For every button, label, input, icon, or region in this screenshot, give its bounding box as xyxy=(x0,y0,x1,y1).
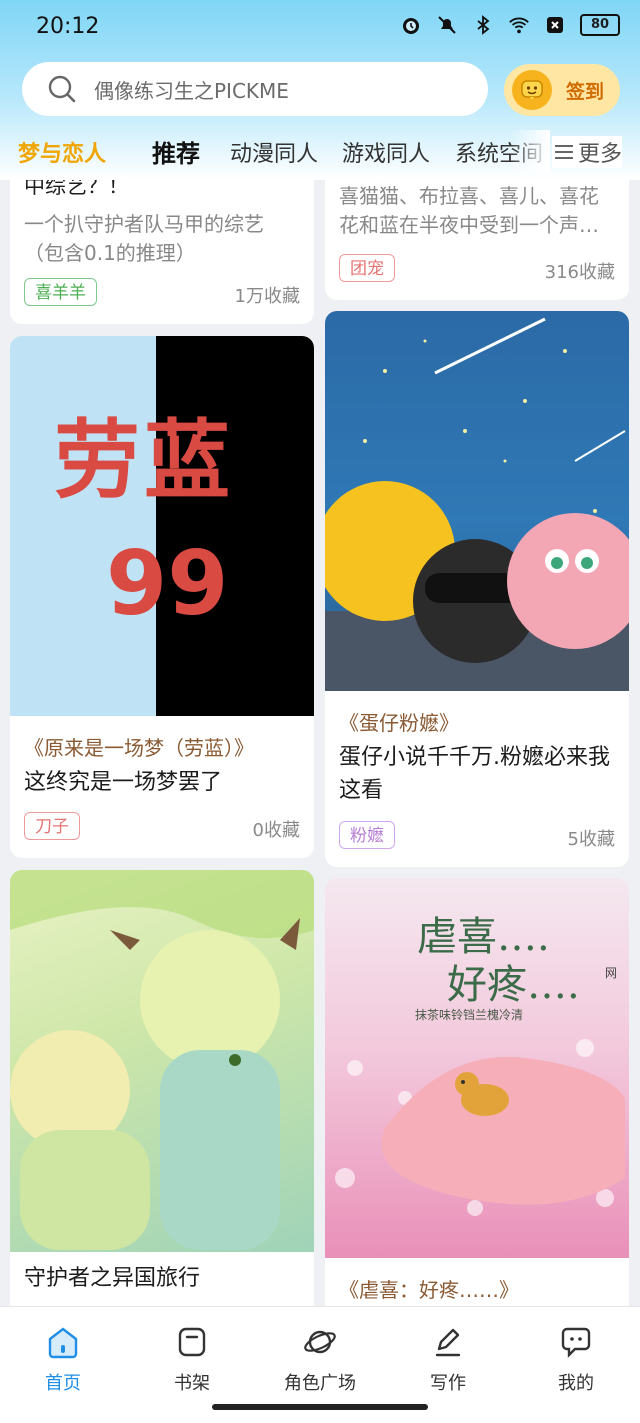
bookshelf-icon xyxy=(178,1327,206,1357)
content-feed[interactable]: 中综艺？！ 一个扒守护者队马甲的综艺（包含0.1的推理） 喜羊羊 1万收藏 喜猫… xyxy=(0,180,640,1306)
card-favorites: 1万收藏 xyxy=(234,286,300,307)
story-card[interactable]: 中综艺？！ 一个扒守护者队马甲的综艺（包含0.1的推理） 喜羊羊 1万收藏 xyxy=(10,180,314,324)
search-icon xyxy=(48,75,76,103)
nav-label: 书架 xyxy=(174,1373,210,1394)
card-tag[interactable]: 喜羊羊 xyxy=(24,278,97,306)
story-card[interactable]: 守护者之异国旅行 xyxy=(10,870,314,1306)
story-card[interactable]: 劳蓝 99 《原来是一场梦（劳蓝）》 这终究是一场梦罢了 刀子 0收藏 xyxy=(10,336,314,858)
cover-illustration xyxy=(325,317,629,691)
nav-bookshelf[interactable]: 书架 xyxy=(147,1325,237,1395)
cover-number: 99 xyxy=(106,532,229,635)
pen-icon xyxy=(435,1328,461,1357)
card-book-title: 《蛋仔粉嬷》 xyxy=(339,711,459,735)
nav-label: 首页 xyxy=(45,1373,81,1394)
checkin-label: 签到 xyxy=(566,80,605,103)
card-tag[interactable]: 团宠 xyxy=(339,254,395,282)
status-bar: 20:12 80 xyxy=(0,0,640,58)
card-description: 喜猫猫、布拉喜、喜儿、喜花花和蓝在半夜中受到一个声… xyxy=(339,184,599,237)
nav-label: 我的 xyxy=(558,1373,594,1394)
wifi-icon xyxy=(508,14,530,36)
card-favorites: 0收藏 xyxy=(252,820,300,841)
tab-anime-fanfic[interactable]: 动漫同人 xyxy=(230,136,318,168)
nav-label: 写作 xyxy=(430,1373,466,1394)
card-cover-image xyxy=(325,311,629,691)
card-title: 蛋仔小说千千万.粉嬷必来我这看 xyxy=(339,745,610,803)
story-card[interactable]: 喜猫猫、布拉喜、喜儿、喜花花和蓝在半夜中受到一个声… 团宠 316收藏 xyxy=(325,180,629,300)
card-favorites: 316收藏 xyxy=(544,262,615,283)
nav-label: 角色广场 xyxy=(284,1373,356,1394)
tab-dream-lover[interactable]: 梦与恋人 xyxy=(18,136,106,168)
nav-role-plaza[interactable]: 角色广场 xyxy=(275,1325,365,1395)
status-time: 20:12 xyxy=(36,14,100,39)
card-favorites: 5收藏 xyxy=(567,829,615,850)
card-description: 一个扒守护者队马甲的综艺（包含0.1的推理） xyxy=(24,212,264,265)
card-book-title: 《虐喜：好疼……》 xyxy=(339,1278,519,1302)
nav-write[interactable]: 写作 xyxy=(403,1325,493,1395)
card-tag[interactable]: 粉嬷 xyxy=(339,821,395,849)
tab-game-fanfic[interactable]: 游戏同人 xyxy=(342,136,430,168)
home-icon xyxy=(48,1327,78,1359)
nav-home[interactable]: 首页 xyxy=(18,1325,108,1395)
card-cover-image: 虐喜…. 好疼…. 抹茶味铃铛兰槐冷清 网 xyxy=(325,878,629,1258)
battery-indicator: 80 xyxy=(580,14,620,36)
story-card[interactable]: 《蛋仔粉嬷》 蛋仔小说千千万.粉嬷必来我这看 粉嬷 5收藏 xyxy=(325,311,629,867)
checkin-face-icon xyxy=(512,70,552,110)
nav-me[interactable]: 我的 xyxy=(531,1325,621,1395)
more-tabs-button[interactable]: 更多 xyxy=(552,136,623,168)
bluetooth-icon xyxy=(472,14,494,36)
search-row: 偶像练习生之PICKME 签到 xyxy=(0,60,640,120)
mute-icon xyxy=(436,14,458,36)
card-cover-image xyxy=(10,870,314,1252)
more-label: 更多 xyxy=(578,142,623,167)
card-title: 守护者之异国旅行 xyxy=(24,1266,201,1291)
search-input[interactable]: 偶像练习生之PICKME xyxy=(22,62,488,116)
cover-illustration xyxy=(335,1039,625,1216)
cover-illustration xyxy=(10,870,314,1250)
status-icons: 80 xyxy=(400,14,620,36)
alarm-icon xyxy=(400,14,422,36)
sim-off-icon xyxy=(544,14,566,36)
planet-icon xyxy=(304,1330,336,1354)
card-tag[interactable]: 刀子 xyxy=(24,812,80,840)
card-title: 中综艺？！ xyxy=(24,180,129,198)
cover-text: 劳蓝 xyxy=(54,411,234,511)
checkin-button[interactable]: 签到 xyxy=(504,64,620,116)
tabs-fade xyxy=(510,130,550,174)
card-cover-image: 劳蓝 99 xyxy=(10,336,314,716)
home-indicator[interactable] xyxy=(212,1404,428,1410)
card-title: 这终究是一场梦罢了 xyxy=(24,770,223,795)
story-card[interactable]: 虐喜…. 好疼…. 抹茶味铃铛兰槐冷清 网 《虐喜：好疼……》 xyxy=(325,878,629,1306)
category-tabs: 梦与恋人 推荐 动漫同人 游戏同人 系统空间 更多 xyxy=(0,130,640,174)
tab-recommend[interactable]: 推荐 xyxy=(152,134,200,169)
search-placeholder: 偶像练习生之PICKME xyxy=(94,78,289,103)
menu-icon xyxy=(555,145,573,159)
card-book-title: 《原来是一场梦（劳蓝）》 xyxy=(24,736,254,760)
chat-icon xyxy=(561,1327,591,1358)
